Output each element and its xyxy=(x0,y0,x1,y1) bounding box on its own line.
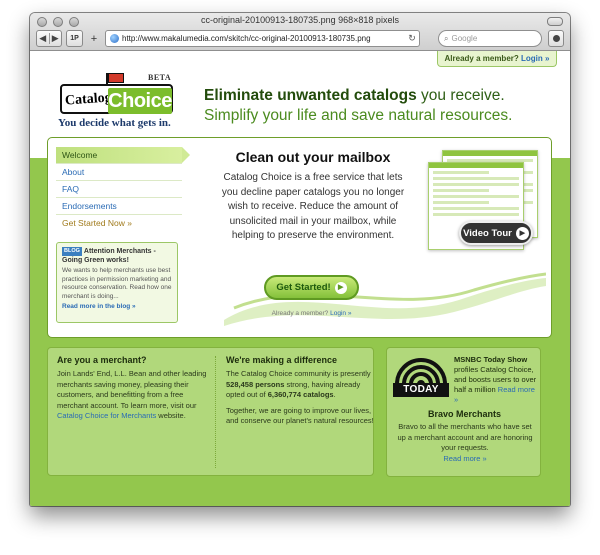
merchant-section: Are you a merchant? Join Lands' End, L.L… xyxy=(57,355,207,422)
toolbar-toggle-button[interactable] xyxy=(547,17,563,26)
globe-icon xyxy=(110,34,119,43)
difference-body: Together, we are going to improve our li… xyxy=(226,405,374,426)
login-link[interactable]: Login » xyxy=(521,54,549,63)
bravo-section: Bravo to all the merchants who have set … xyxy=(395,422,535,464)
already-member-text: Already a member? xyxy=(271,310,329,317)
catalogs-count: 6,360,774 catalogs xyxy=(267,390,334,399)
search-placeholder: Google xyxy=(451,34,478,43)
nav-item-get-started[interactable]: Get Started Now » xyxy=(56,215,182,232)
difference-section: We're making a difference The Catalog Ch… xyxy=(226,355,376,427)
bravo-read-more-link[interactable]: Read more » xyxy=(443,454,486,463)
search-field[interactable]: ⌕ Google xyxy=(438,30,542,47)
column-divider xyxy=(215,356,216,468)
blog-read-more-link[interactable]: Read more in the blog » xyxy=(62,303,172,310)
back-forward-buttons: ◀ ▶ xyxy=(36,30,62,47)
logo-mailbox: Catalog Choice xyxy=(60,84,173,114)
address-bar[interactable]: http://www.makalumedia.com/skitch/cc-ori… xyxy=(105,30,420,47)
merchants-link[interactable]: Catalog Choice for Merchants xyxy=(57,411,156,420)
blog-body: We wants to help merchants use best prac… xyxy=(62,267,172,300)
get-started-button[interactable]: Get Started! ▶ xyxy=(264,275,359,300)
bravo-title: Bravo Merchants xyxy=(427,409,502,419)
panel-login-link[interactable]: Login » xyxy=(330,310,351,317)
get-started-label: Get Started! xyxy=(276,282,331,293)
reload-icon[interactable]: ↻ xyxy=(405,33,419,44)
info-box: Are you a merchant? Join Lands' End, L.L… xyxy=(47,347,374,476)
browser-chrome: cc-original-20100913-180735.png 968×818 … xyxy=(30,13,570,51)
browser-window: cc-original-20100913-180735.png 968×818 … xyxy=(30,13,570,506)
main-panel: Welcome About FAQ Endorsements Get Start… xyxy=(47,137,552,338)
logo-word-catalog: Catalog xyxy=(64,90,113,110)
nav-item-endorsements[interactable]: Endorsements xyxy=(56,198,182,215)
press-box: TODAY MSNBC Today Show profiles Catalog … xyxy=(386,347,541,477)
play-icon: ▶ xyxy=(515,226,529,240)
screenshot-stack: Video Tour ▶ xyxy=(424,148,546,260)
window-title: cc-original-20100913-180735.png 968×818 … xyxy=(201,15,399,25)
bravo-body: Bravo to all the merchants who have set … xyxy=(397,422,533,452)
nav-item-welcome[interactable]: Welcome xyxy=(56,147,190,164)
intro-body: Catalog Choice is a free service that le… xyxy=(221,172,405,241)
onepassword-button[interactable]: 1P xyxy=(66,30,83,47)
intro-title: Clean out your mailbox xyxy=(235,149,391,165)
merchant-tail: website. xyxy=(156,411,186,420)
stats-text-c: . xyxy=(333,390,336,399)
merchant-title: Are you a merchant? xyxy=(57,355,147,365)
headline-line-1: Eliminate unwanted catalogs you receive. xyxy=(204,86,554,106)
arrow-right-icon: ▶ xyxy=(334,281,347,294)
stats-text-a: The Catalog Choice community is presentl… xyxy=(226,369,371,378)
search-icon: ⌕ xyxy=(444,33,449,43)
blog-promo: BLOG Attention Merchants - Going Green wo… xyxy=(56,242,178,323)
sunrise-icon xyxy=(395,358,447,385)
already-member-line: Already a member? Login » xyxy=(249,310,374,317)
video-tour-label: Video Tour xyxy=(463,227,512,239)
merchant-text: Join Lands' End, L.L. Bean and other lea… xyxy=(57,369,207,410)
blog-title: BLOG Attention Merchants - Going Green wo… xyxy=(62,247,172,265)
forward-button[interactable]: ▶ xyxy=(48,33,62,44)
logo-word-choice: Choice xyxy=(108,88,172,114)
gear-icon xyxy=(552,35,560,42)
back-button[interactable]: ◀ xyxy=(37,33,49,44)
catalog-choice-logo[interactable]: BETA Catalog Choice You decide what gets… xyxy=(56,72,184,134)
difference-stats: The Catalog Choice community is presentl… xyxy=(226,369,376,401)
beta-badge: BETA xyxy=(148,73,172,82)
mailbox-flag-icon xyxy=(108,73,124,83)
blog-tag: BLOG xyxy=(62,247,82,256)
today-logo-word: TODAY xyxy=(393,383,449,397)
video-tour-button[interactable]: Video Tour ▶ xyxy=(459,221,533,245)
headline-strong: Eliminate unwanted catalogs xyxy=(204,87,417,104)
merchant-body: Join Lands' End, L.L. Bean and other lea… xyxy=(57,369,207,422)
member-login-tab: Already a member? Login » xyxy=(437,51,557,67)
headline-line-2: Simplify your life and save natural reso… xyxy=(204,107,513,124)
add-bookmark-button[interactable]: + xyxy=(87,30,101,47)
hero-headline: Eliminate unwanted catalogs you receive.… xyxy=(204,86,554,126)
logo-tagline: You decide what gets in. xyxy=(58,117,171,129)
nav-item-faq[interactable]: FAQ xyxy=(56,181,182,198)
persons-count: 528,458 persons xyxy=(226,379,285,389)
headline-rest: you receive. xyxy=(416,87,505,104)
settings-button[interactable] xyxy=(548,30,564,47)
today-show-logo: TODAY xyxy=(393,353,449,399)
member-prompt: Already a member? xyxy=(444,54,519,63)
web-page: Already a member? Login » BETA Catalog C… xyxy=(30,51,570,506)
side-navigation: Welcome About FAQ Endorsements Get Start… xyxy=(56,147,190,232)
difference-title: We're making a difference xyxy=(226,355,338,365)
nav-item-about[interactable]: About xyxy=(56,164,182,181)
intro-section: Clean out your mailbox Catalog Choice is… xyxy=(218,149,408,244)
address-text: http://www.makalumedia.com/skitch/cc-ori… xyxy=(122,34,371,43)
msnbc-feature: MSNBC Today Show profiles Catalog Choice… xyxy=(454,355,538,405)
msnbc-title: MSNBC Today Show xyxy=(454,355,528,364)
